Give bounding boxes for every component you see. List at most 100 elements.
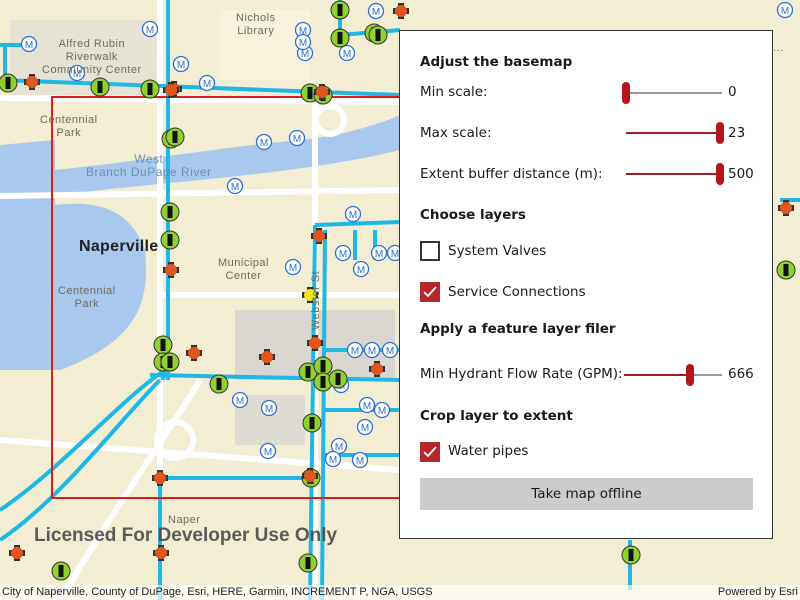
min-scale-value: 0: [728, 84, 737, 100]
meter-icon: M: [352, 260, 370, 278]
meter-icon: M: [370, 244, 388, 262]
developer-watermark: Licensed For Developer Use Only: [34, 525, 338, 546]
svg-text:M: M: [25, 40, 33, 51]
hydrant-icon: [0, 73, 18, 93]
buffer-distance-value: 500: [728, 166, 754, 182]
hydrant-icon: [330, 28, 350, 48]
meter-icon: M: [367, 2, 385, 20]
hydrant-icon: [140, 79, 160, 99]
hydrant-icon: [160, 230, 180, 250]
label-webster-st: Webster St: [310, 270, 322, 330]
valve-icon: [152, 470, 168, 486]
valve-icon: [778, 200, 794, 216]
svg-text:M: M: [203, 79, 211, 90]
hydrant-flow-label: Min Hydrant Flow Rate (GPM):: [420, 366, 623, 382]
valve-icon: [307, 335, 323, 351]
meter-icon: M: [284, 258, 302, 276]
hydrant-icon: [328, 369, 348, 389]
meter-icon: M: [260, 399, 278, 417]
min-scale-slider[interactable]: [622, 82, 722, 104]
label-centennial-park-top: Centennial Park: [40, 114, 98, 139]
svg-text:M: M: [378, 406, 386, 417]
meter-icon: M: [363, 341, 381, 359]
checkmark-icon: [423, 446, 437, 458]
slider-thumb[interactable]: [622, 82, 630, 104]
label-central-parking: ...: [773, 42, 784, 54]
hydrant-icon: [298, 553, 318, 573]
label-naperville: Naperville: [79, 238, 159, 255]
hydrant-icon: [153, 335, 173, 355]
meter-icon: M: [356, 418, 374, 436]
system-valves-checkbox[interactable]: [420, 241, 440, 261]
service-connections-label[interactable]: Service Connections: [448, 284, 586, 300]
attribution-text: City of Naperville, County of DuPage, Es…: [2, 586, 433, 598]
svg-text:M: M: [299, 38, 307, 49]
layers-section-title: Choose layers: [420, 207, 526, 223]
label-west-branch: West Branch DuPage River: [86, 152, 212, 179]
slider-thumb[interactable]: [685, 364, 694, 386]
basemap-section-title: Adjust the basemap: [420, 54, 573, 70]
meter-icon: M: [172, 55, 190, 73]
take-map-offline-button[interactable]: Take map offline: [420, 478, 753, 510]
valve-icon: [186, 345, 202, 361]
svg-text:M: M: [356, 456, 364, 467]
svg-text:M: M: [368, 346, 376, 357]
service-connections-checkbox[interactable]: [420, 282, 440, 302]
system-valves-label[interactable]: System Valves: [448, 243, 546, 259]
hydrant-icon: [302, 413, 322, 433]
hydrant-icon: [165, 127, 185, 147]
svg-text:M: M: [357, 265, 365, 276]
svg-text:M: M: [177, 60, 185, 71]
hydrant-icon: [160, 352, 180, 372]
meter-icon: M: [294, 33, 312, 51]
hydrant-icon: [160, 202, 180, 222]
meter-icon: M: [226, 177, 244, 195]
svg-text:M: M: [781, 6, 789, 17]
meter-icon: M: [288, 129, 306, 147]
valve-icon: [369, 361, 385, 377]
max-scale-label: Max scale:: [420, 125, 492, 141]
attribution-bar: City of Naperville, County of DuPage, Es…: [0, 585, 800, 600]
svg-text:M: M: [329, 455, 337, 466]
meter-icon: M: [338, 44, 356, 62]
svg-text:M: M: [335, 442, 343, 453]
meter-icon: M: [344, 205, 362, 223]
valve-icon: [9, 545, 25, 561]
valve-icon: [24, 74, 40, 90]
buffer-distance-slider[interactable]: [626, 163, 724, 185]
max-scale-slider[interactable]: [626, 122, 724, 144]
svg-text:M: M: [391, 249, 399, 260]
meter-icon: M: [358, 396, 376, 414]
svg-text:M: M: [293, 134, 301, 145]
svg-text:M: M: [343, 49, 351, 60]
slider-thumb[interactable]: [716, 163, 724, 185]
hydrant-icon: [51, 561, 71, 581]
svg-text:M: M: [361, 423, 369, 434]
slider-thumb[interactable]: [716, 122, 724, 144]
hydrant-icon: [621, 545, 641, 565]
svg-text:M: M: [265, 404, 273, 415]
water-pipes-checkbox[interactable]: [420, 442, 440, 462]
svg-text:M: M: [363, 401, 371, 412]
meter-icon: M: [231, 391, 249, 409]
hydrant-icon: [776, 260, 796, 280]
hydrant-flow-value: 666: [728, 366, 754, 382]
water-pipes-label[interactable]: Water pipes: [448, 443, 528, 459]
meter-icon: M: [346, 341, 364, 359]
powered-by-esri[interactable]: Powered by Esri: [718, 586, 798, 598]
svg-text:M: M: [386, 346, 394, 357]
hydrant-icon: [313, 356, 333, 376]
svg-text:M: M: [146, 25, 154, 36]
valve-icon: [393, 3, 409, 19]
meter-icon: M: [255, 133, 273, 151]
meter-icon: M: [373, 401, 391, 419]
svg-text:M: M: [260, 138, 268, 149]
valve-icon: [259, 349, 275, 365]
meter-icon: M: [351, 451, 369, 469]
hydrant-flow-slider[interactable]: [624, 364, 722, 386]
label-municipal-center: Municipal Center: [218, 257, 269, 282]
checkmark-icon: [423, 286, 437, 298]
svg-text:M: M: [231, 182, 239, 193]
max-scale-value: 23: [728, 125, 746, 141]
meter-icon: M: [334, 244, 352, 262]
